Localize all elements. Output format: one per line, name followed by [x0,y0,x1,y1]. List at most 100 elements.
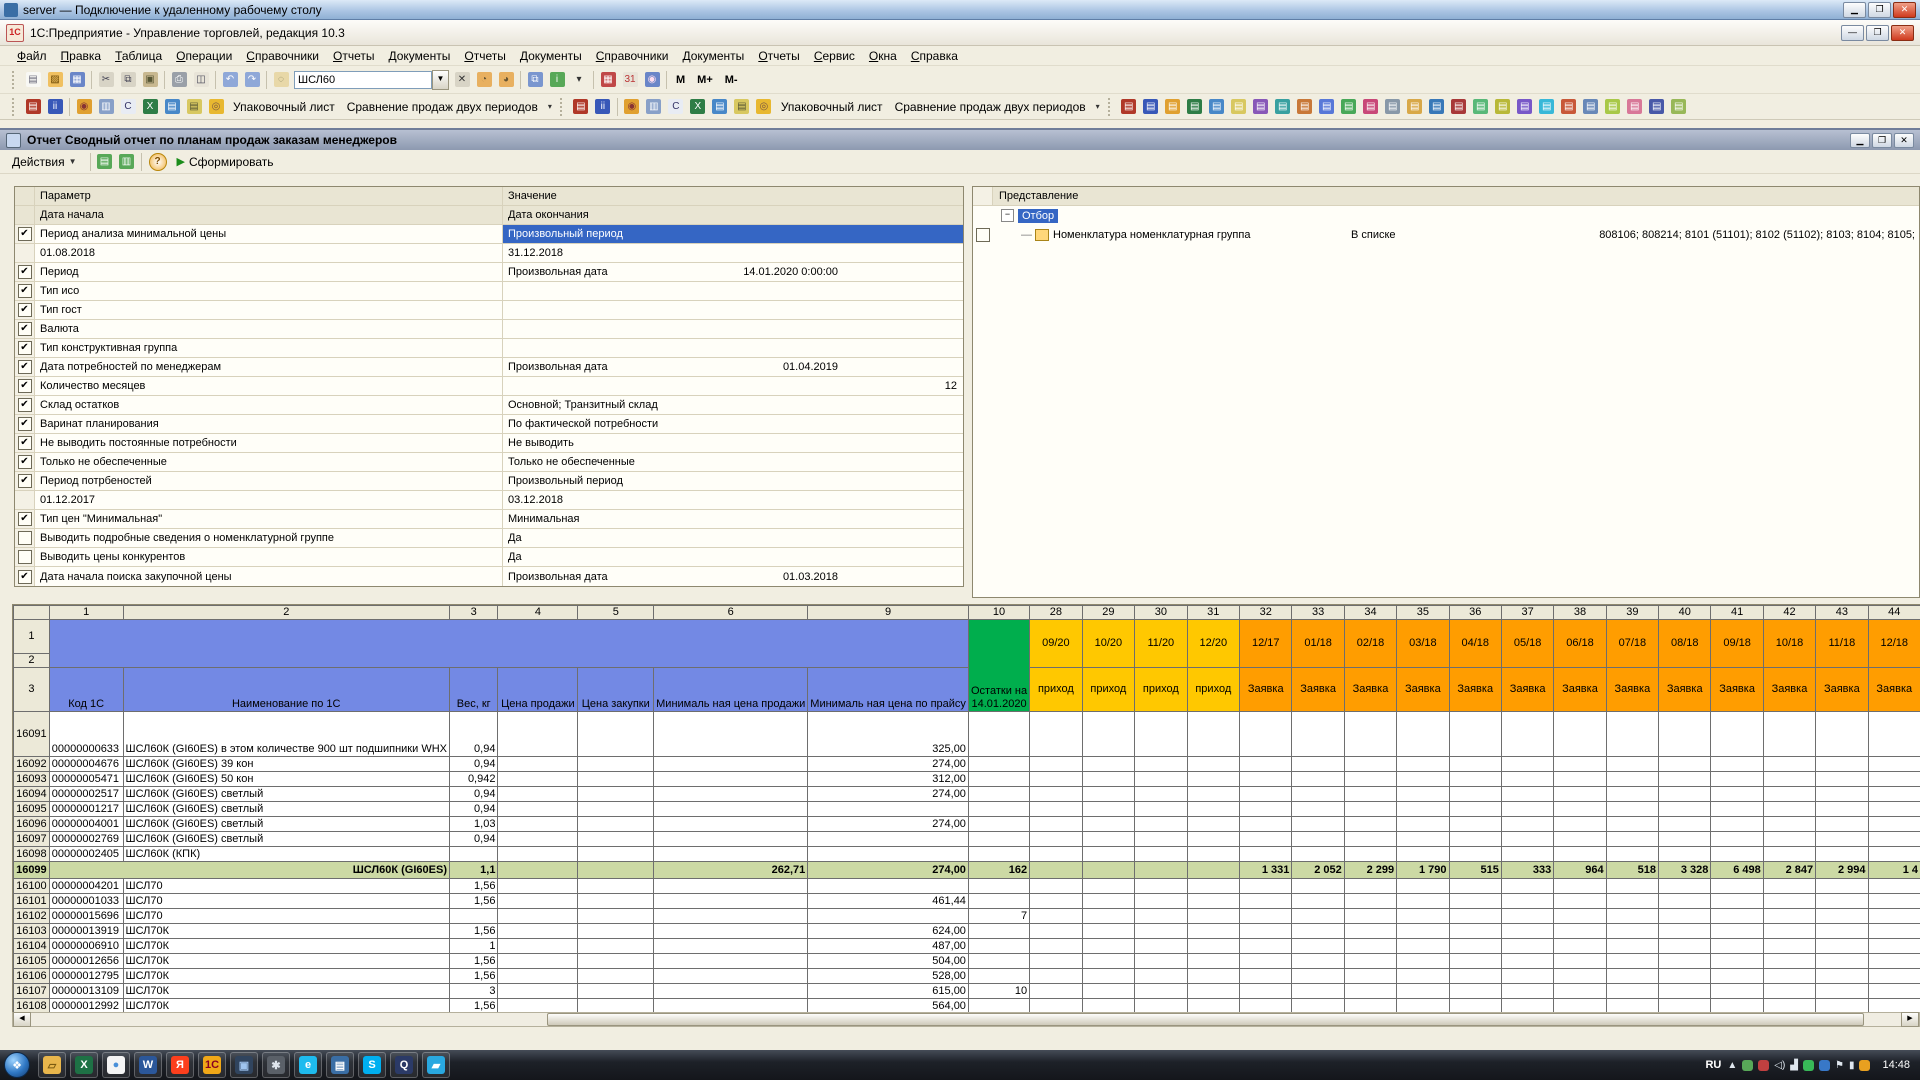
menu-item-3[interactable]: Таблица [108,47,169,65]
row-number[interactable]: 16105 [14,954,50,969]
month-cell[interactable] [1659,757,1711,772]
param-value[interactable]: Произвольная дата01.04.2019 [503,358,963,376]
month-cell[interactable] [1554,984,1606,999]
address-book-icon[interactable]: ▤ [571,97,591,117]
param-label[interactable]: Склад остатков [35,396,503,414]
row-number[interactable]: 2 [14,654,50,668]
name-cell[interactable]: ШСЛ60К (КПК) [123,847,449,862]
month-cell[interactable] [1030,817,1082,832]
param-label[interactable]: 01.12.2017 [35,491,503,509]
month-cell[interactable] [1344,909,1396,924]
stock-cell[interactable] [968,787,1029,802]
purchase-price-cell[interactable] [578,924,654,939]
param-checkbox[interactable] [18,550,32,564]
toolbar-extra-icon[interactable]: ▤ [1427,97,1447,117]
month-cell[interactable] [1449,817,1501,832]
month-cell[interactable] [1868,879,1920,894]
sale-price-cell[interactable] [498,817,578,832]
purchase-price-cell[interactable] [578,939,654,954]
scrollbar-thumb[interactable] [547,1013,1864,1026]
tray-volume-icon[interactable]: ◁) [1774,1060,1785,1071]
column-number[interactable]: 10 [968,606,1029,620]
code-cell[interactable]: 00000013109 [49,984,123,999]
month-cell[interactable] [1449,894,1501,909]
row-number[interactable]: 16092 [14,757,50,772]
code-cell[interactable]: 00000004676 [49,757,123,772]
month-cell[interactable] [1711,712,1763,757]
packing-list-button[interactable]: Упаковочный лист [227,98,341,116]
tray-update-icon[interactable] [1742,1060,1753,1071]
month-cell[interactable] [1501,712,1553,757]
month-cell[interactable] [1030,879,1082,894]
param-value[interactable]: Да [503,529,963,547]
invoice-icon[interactable]: С [118,97,138,117]
param-checkbox[interactable]: ✔ [18,398,32,412]
month-cell[interactable] [1711,817,1763,832]
month-cell[interactable] [1187,712,1239,757]
toolbar-extra-icon[interactable]: ▤ [1163,97,1183,117]
toolbar-extra-icon[interactable]: ▤ [1339,97,1359,117]
taskbar-doc-blue-icon[interactable]: ▤ [326,1052,354,1078]
param-value[interactable] [503,282,963,300]
month-cell[interactable] [1187,909,1239,924]
month-cell[interactable] [1711,832,1763,847]
column-number[interactable]: 29 [1082,606,1134,620]
min-sale-price-cell[interactable] [654,879,808,894]
stock-cell[interactable] [968,924,1029,939]
address-book-icon[interactable]: ▤ [23,97,43,117]
purchase-price-cell[interactable] [578,832,654,847]
month-cell[interactable] [1292,817,1344,832]
month-cell[interactable] [1816,817,1868,832]
month-cell[interactable] [1397,787,1449,802]
min-list-price-cell[interactable]: 624,00 [808,924,969,939]
month-cell[interactable] [1344,787,1396,802]
month-cell[interactable] [1868,954,1920,969]
taskbar-1c-icon[interactable]: 1С [198,1052,226,1078]
column-number[interactable]: 38 [1554,606,1606,620]
month-cell[interactable] [1030,909,1082,924]
month-cell[interactable] [1135,909,1187,924]
copy-layers-icon[interactable]: ⧉ [525,70,545,90]
month-cell[interactable] [1240,787,1292,802]
month-cell[interactable] [1554,757,1606,772]
tray-alert-icon[interactable] [1859,1060,1870,1071]
month-cell[interactable] [1449,802,1501,817]
coins-icon[interactable]: ◎ [754,97,774,117]
purchase-price-cell[interactable] [578,847,654,862]
month-cell[interactable] [1711,909,1763,924]
calculator-icon[interactable]: ▦ [598,70,618,90]
month-cell[interactable] [1816,939,1868,954]
menu-item-9[interactable]: Документы [513,47,589,65]
month-cell[interactable] [1187,969,1239,984]
month-cell[interactable] [1711,802,1763,817]
month-cell[interactable] [1292,939,1344,954]
param-value[interactable] [503,339,963,357]
month-cell[interactable] [1711,939,1763,954]
month-cell[interactable] [1763,832,1815,847]
purchase-price-cell[interactable] [578,757,654,772]
month-cell[interactable] [1082,772,1134,787]
search-icon[interactable]: ◌ [271,70,291,90]
month-cell[interactable] [1606,712,1658,757]
toolbar-extra-icon[interactable]: ▤ [1185,97,1205,117]
month-cell[interactable] [1449,787,1501,802]
tree-collapse-icon[interactable]: − [1001,209,1014,222]
sale-price-cell[interactable] [498,802,578,817]
month-cell[interactable] [1711,847,1763,862]
month-cell[interactable] [1187,847,1239,862]
min-sale-price-cell[interactable] [654,787,808,802]
month-cell[interactable] [1082,969,1134,984]
column-number[interactable]: 30 [1135,606,1187,620]
purchase-price-cell[interactable] [578,802,654,817]
sale-price-cell[interactable] [498,954,578,969]
stock-cell[interactable] [968,954,1029,969]
month-cell[interactable] [1763,787,1815,802]
month-cell[interactable] [1397,879,1449,894]
month-cell[interactable] [1659,954,1711,969]
month-cell[interactable] [1135,832,1187,847]
param-label[interactable]: Валюта [35,320,503,338]
month-cell[interactable] [1763,939,1815,954]
sale-price-cell[interactable] [498,894,578,909]
month-cell[interactable] [1082,817,1134,832]
sale-price-cell[interactable] [498,757,578,772]
